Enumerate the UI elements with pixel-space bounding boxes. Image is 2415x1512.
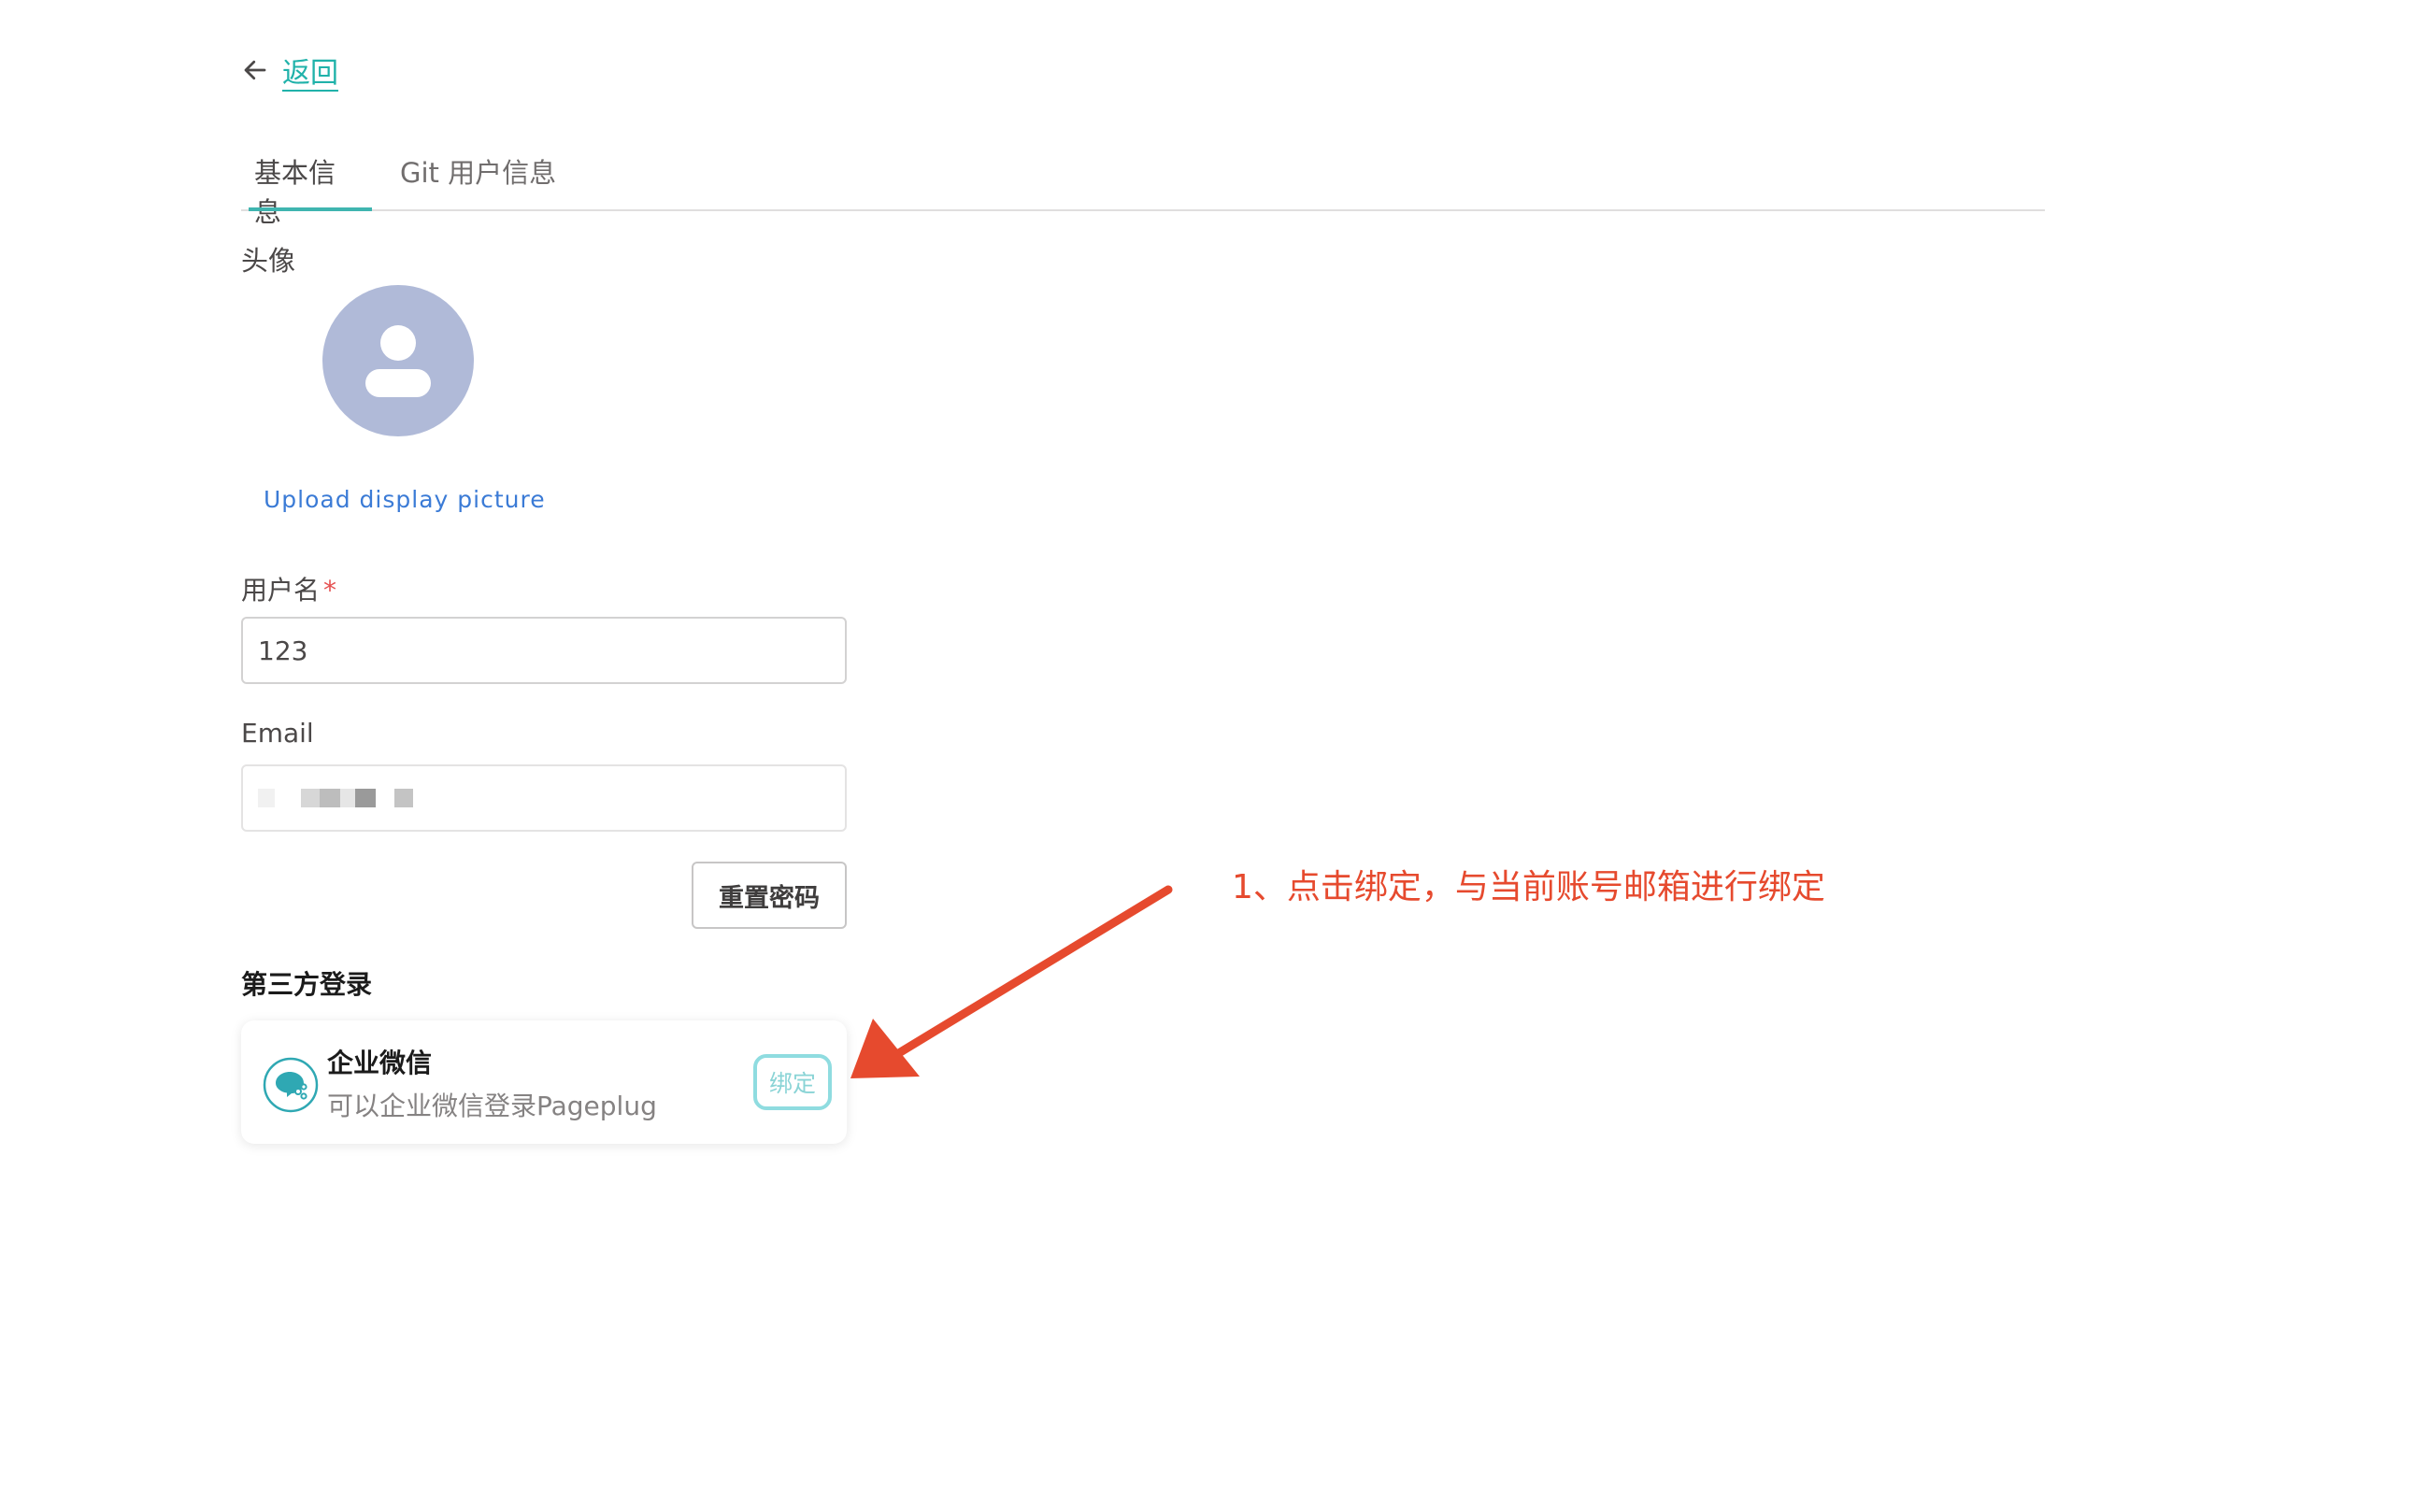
avatar-label: 头像 [241,245,296,277]
username-input[interactable]: 123 [241,617,847,684]
wecom-description: 可以企业微信登录Pageplug [327,1091,657,1121]
back-link[interactable]: 返回 [241,49,338,92]
user-icon [365,325,431,397]
username-value: 123 [258,635,308,666]
wecom-login-card: 企业微信 可以企业微信登录Pageplug 绑定 [241,1020,847,1144]
email-value-redacted [258,789,413,807]
annotation-text: 1、点击绑定，与当前账号邮箱进行绑定 [1232,868,1825,906]
wecom-icon [263,1057,319,1113]
tab-basic-info[interactable]: 基本信息 [245,151,372,228]
avatar[interactable] [322,285,474,436]
bind-button[interactable]: 绑定 [753,1054,832,1110]
email-input[interactable] [241,764,847,832]
tab-git-user-info[interactable]: Git 用户信息 [391,151,568,209]
wecom-name: 企业微信 [327,1048,433,1078]
reset-password-button[interactable]: 重置密码 [692,862,847,929]
back-label: 返回 [282,57,338,90]
required-mark: * [323,575,337,606]
profile-tabs: 基本信息 Git 用户信息 [241,140,2045,228]
annotation-arrow-icon [850,885,1173,1078]
profile-page: 返回 基本信息 Git 用户信息 头像 Upload display pictu… [0,0,2415,1512]
upload-display-picture-link[interactable]: Upload display picture [264,486,546,513]
arrow-left-icon [244,60,266,80]
email-label: Email [241,718,314,749]
third-party-login-title: 第三方登录 [241,969,373,1000]
username-label: 用户名 * [241,575,337,606]
